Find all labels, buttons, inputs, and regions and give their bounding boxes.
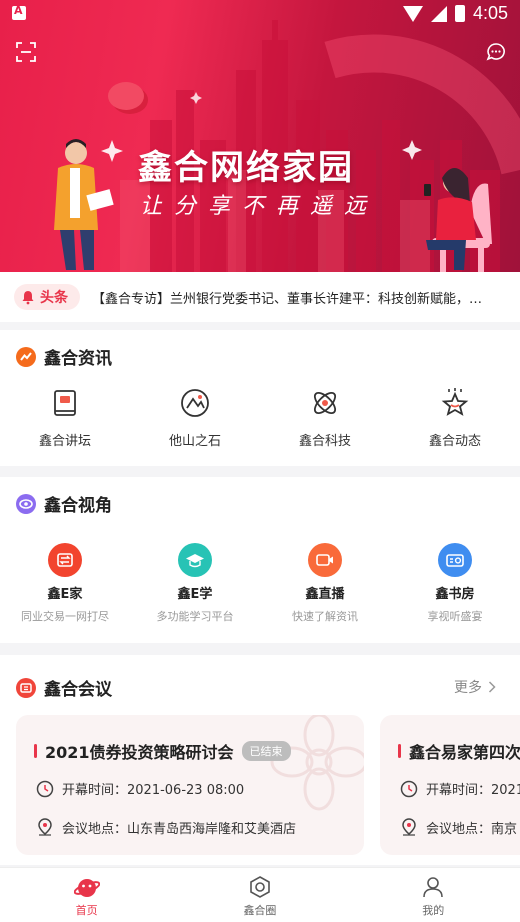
meeting-card[interactable]: 2021债券投资策略研讨会 已结束 开幕时间：2021-06-23 08:00 …	[16, 715, 364, 855]
news-item-label: 鑫合科技	[298, 434, 351, 449]
meeting-section-title: 鑫合会议	[44, 680, 112, 700]
meeting-more-link[interactable]: 更多	[454, 677, 496, 697]
perspective-item-subtitle: 享视听盛宴	[427, 610, 483, 623]
home-planet-icon	[73, 879, 100, 897]
location-pin-icon	[38, 818, 52, 836]
perspective-item-xin-e-home[interactable]: 鑫E家 同业交易一网打尽	[0, 543, 130, 624]
meeting-place-row: 会议地点：南京	[400, 817, 517, 837]
headline-badge-label: 头条	[40, 290, 68, 306]
status-bar: 4:05	[0, 0, 520, 28]
perspective-item-title: 鑫书房	[435, 587, 475, 602]
meeting-time-label: 开幕时间：	[62, 783, 128, 798]
exchange-icon	[48, 543, 82, 577]
notification-icon	[12, 4, 26, 20]
meeting-card[interactable]: 鑫合易家第四次 开幕时间：2021 会议地点：南京	[380, 715, 520, 855]
book-icon	[54, 390, 76, 416]
meeting-place-row: 会议地点：山东青岛西海岸隆和艾美酒店	[36, 817, 296, 837]
meeting-icon	[16, 677, 36, 698]
banner-title: 鑫合网络家园	[138, 148, 354, 188]
tab-profile[interactable]: 我的	[347, 868, 520, 922]
bell-icon	[22, 291, 34, 305]
meeting-time-value: 2021-06-23 08:00	[127, 783, 245, 798]
meeting-time-value: 2021	[491, 783, 520, 798]
news-section-title: 鑫合资讯	[44, 349, 112, 369]
meeting-name: 2021债券投资策略研讨会	[45, 743, 234, 762]
radio-icon	[438, 543, 472, 577]
clock-icon	[36, 780, 54, 797]
clock-icon	[400, 780, 418, 797]
tab-home[interactable]: 首页	[0, 868, 173, 922]
scan-icon[interactable]	[16, 42, 36, 62]
tab-label: 鑫合圈	[243, 904, 277, 917]
news-item-updates[interactable]: 鑫合动态	[390, 386, 520, 449]
perspective-section-title: 鑫合视角	[44, 496, 112, 516]
hero-banner[interactable]: 4:05 鑫合网络家园 让分享不再遥远	[0, 0, 520, 272]
banner-slogan: 让分享不再遥远	[140, 194, 379, 219]
headline-text[interactable]: 【鑫合专访】兰州银行党委书记、董事长许建平：科技创新赋能，重…	[92, 288, 492, 307]
meeting-time-label: 开幕时间：	[426, 783, 492, 798]
headline-badge: 头条	[14, 284, 80, 310]
meeting-place-label: 会议地点：	[62, 821, 128, 837]
meeting-status-badge: 已结束	[241, 741, 291, 761]
news-item-forum[interactable]: 鑫合讲坛	[0, 386, 130, 449]
perspective-grid: 鑫E家 同业交易一网打尽 鑫E学 多功能学习平台 鑫直播 快速了解资讯 鑫书房 …	[0, 543, 520, 624]
perspective-item-title: 鑫E学	[177, 587, 213, 602]
hexagon-circle-icon	[250, 876, 270, 898]
meeting-section: 鑫合会议 更多 2021债券投资策略研讨会 已结束 开幕时间：2021-06-2…	[0, 655, 520, 865]
blossom-watermark-icon	[270, 715, 364, 811]
meeting-name: 鑫合易家第四次	[409, 743, 520, 762]
meeting-time-row: 开幕时间：2021	[400, 779, 520, 798]
tab-label: 首页	[75, 904, 98, 917]
meeting-title-row: 鑫合易家第四次	[398, 739, 520, 763]
perspective-section: 鑫合视角 鑫E家 同业交易一网打尽 鑫E学 多功能学习平台 鑫直播 快速了解资讯…	[0, 477, 520, 643]
news-grid: 鑫合讲坛 他山之石 鑫合科技 鑫合动态	[0, 386, 520, 449]
perspective-section-header: 鑫合视角	[16, 491, 112, 516]
news-item-label: 鑫合动态	[428, 434, 481, 449]
news-item-label: 鑫合讲坛	[38, 434, 91, 449]
meeting-place-label: 会议地点：	[426, 821, 492, 837]
location-pin-icon	[402, 818, 416, 836]
battery-icon	[454, 5, 465, 22]
bottom-tab-bar: 首页 鑫合圈 我的	[0, 867, 520, 922]
news-section-header: 鑫合资讯	[16, 344, 112, 369]
trend-icon	[16, 346, 36, 367]
wifi-icon	[402, 5, 423, 22]
meeting-title-row: 2021债券投资策略研讨会 已结束	[34, 739, 291, 763]
perspective-item-subtitle: 快速了解资讯	[292, 610, 358, 623]
title-accent-bar	[34, 744, 37, 758]
perspective-item-title: 鑫直播	[305, 587, 345, 602]
home-screen: 4:05 鑫合网络家园 让分享不再遥远 头条 【鑫合专访】兰州银行党委书记、董事…	[0, 0, 520, 922]
atom-icon	[313, 391, 337, 415]
perspective-item-title: 鑫E家	[47, 587, 83, 602]
eye-icon	[16, 493, 36, 514]
perspective-item-bookroom[interactable]: 鑫书房 享视听盛宴	[390, 543, 520, 624]
title-accent-bar	[398, 744, 401, 758]
tab-circle[interactable]: 鑫合圈	[173, 868, 346, 922]
city-skyline-illustration	[54, 20, 520, 272]
message-icon[interactable]	[486, 42, 506, 62]
star-icon	[441, 388, 469, 416]
video-icon	[308, 543, 342, 577]
perspective-item-subtitle: 多功能学习平台	[156, 610, 234, 623]
more-label: 更多	[454, 680, 482, 696]
graduation-cap-icon	[178, 543, 212, 577]
chevron-right-icon	[488, 681, 496, 693]
meeting-time-row: 开幕时间：2021-06-23 08:00	[36, 779, 244, 798]
news-item-others[interactable]: 他山之石	[130, 386, 260, 449]
news-item-tech[interactable]: 鑫合科技	[260, 386, 390, 449]
user-icon	[423, 877, 444, 898]
headline-bar[interactable]: 头条 【鑫合专访】兰州银行党委书记、董事长许建平：科技创新赋能，重…	[0, 272, 520, 322]
perspective-item-live[interactable]: 鑫直播 快速了解资讯	[260, 543, 390, 624]
cellular-signal-icon	[430, 5, 447, 22]
meeting-place-value: 山东青岛西海岸隆和艾美酒店	[127, 821, 297, 837]
meeting-place-value: 南京	[491, 821, 518, 837]
status-time: 4:05	[472, 3, 508, 23]
meeting-section-header: 鑫合会议	[16, 675, 112, 700]
perspective-item-xin-e-learn[interactable]: 鑫E学 多功能学习平台	[130, 543, 260, 624]
mountain-icon	[181, 389, 209, 417]
perspective-item-subtitle: 同业交易一网打尽	[21, 610, 109, 623]
news-section: 鑫合资讯 鑫合讲坛 他山之石 鑫合科技 鑫合动态	[0, 330, 520, 466]
tab-label: 我的	[422, 904, 445, 917]
news-item-label: 他山之石	[168, 434, 221, 449]
